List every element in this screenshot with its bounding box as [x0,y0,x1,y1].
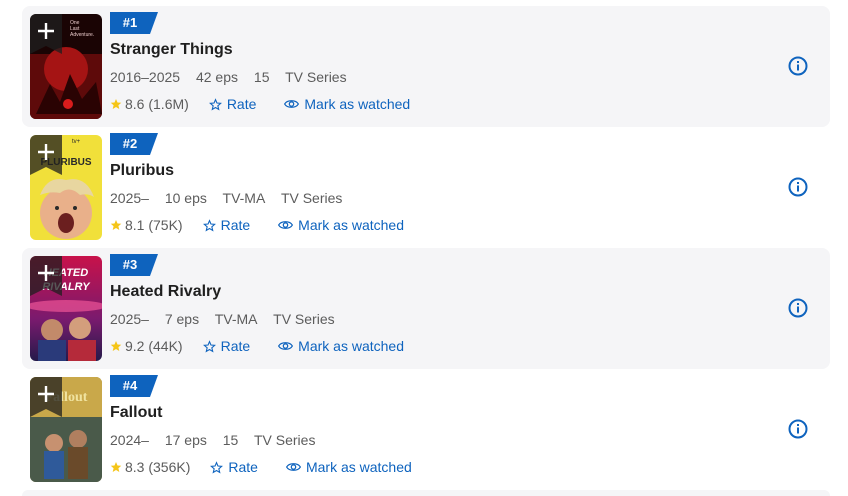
add-to-watchlist-button[interactable] [30,14,62,54]
metadata: 2025– 7 eps TV-MA TV Series [110,311,347,327]
poster-heated-rivalry[interactable]: HEATED RIVALRY [30,256,102,361]
rate-label: Rate [226,96,257,112]
years: 2025– [110,311,149,327]
mark-as-watched-button[interactable]: Mark as watched [278,217,404,233]
next-list-item [22,490,830,496]
title-link[interactable]: Heated Rivalry [110,283,221,301]
info-icon [788,298,808,318]
rank-badge: #2 [110,133,158,155]
poster-pluribus[interactable]: PLURIBUS tv+ [30,135,102,240]
title-type: TV Series [285,69,347,85]
star-outline-icon [202,218,216,232]
rating: 8.3 (356K) [110,459,190,475]
episodes: 10 eps [164,190,207,206]
rating: 8.6 (1.6M) [110,96,189,112]
list-item: HEATED RIVALRY #3 Heated Rivalry 2025– 7… [22,248,830,369]
rank-label: #1 [122,15,138,30]
rating: 9.2 (44K) [110,338,183,354]
actions: 9.2 (44K) Rate Mark as watched [110,337,432,355]
list-item: Fallout #4 Fallout 2024– 17 eps 15 TV Se… [22,369,830,490]
add-to-watchlist-button[interactable] [30,256,62,296]
rate-label: Rate [220,217,251,233]
rate-button[interactable]: Rate [210,459,258,475]
poster-fallout[interactable]: Fallout [30,377,102,482]
title-link[interactable]: Pluribus [110,162,174,180]
certificate: 15 [222,432,239,448]
years: 2024– [110,432,149,448]
info-button[interactable] [788,419,808,439]
svg-text:Adventure.: Adventure. [70,32,94,38]
star-outline-icon [208,97,222,111]
list-item: One Last Adventure. #1 Stranger Things 2… [22,6,830,127]
title-link[interactable]: Stranger Things [110,41,233,59]
star-outline-icon [202,339,216,353]
add-to-watchlist-button[interactable] [30,135,62,175]
metadata: 2025– 10 eps TV-MA TV Series [110,190,354,206]
vote-count: (75K) [148,217,183,233]
poster-brand: tv+ [72,139,81,145]
title-link[interactable]: Fallout [110,404,162,422]
rating-value: 8.3 [125,459,145,475]
mark-as-watched-button[interactable]: Mark as watched [285,459,412,475]
info-icon [788,177,808,197]
rank-label: #2 [122,136,138,151]
vote-count: (1.6M) [148,96,189,112]
info-button[interactable] [788,56,808,76]
episodes: 17 eps [164,432,207,448]
info-icon [788,419,808,439]
rate-label: Rate [220,338,251,354]
watch-label: Mark as watched [304,96,411,112]
info-button[interactable] [788,177,808,197]
rank-label: #3 [122,257,138,272]
rank-label: #4 [122,378,138,393]
star-outline-icon [210,460,224,474]
rate-button[interactable]: Rate [202,338,251,354]
eye-icon [285,463,301,471]
mark-as-watched-button[interactable]: Mark as watched [278,338,404,354]
info-button[interactable] [788,298,808,318]
title-type: TV Series [280,190,343,206]
actions: 8.6 (1.6M) Rate Mark as watched [110,95,438,113]
eye-icon [284,100,300,108]
vote-count: (44K) [148,338,183,354]
actions: 8.1 (75K) Rate Mark as watched [110,216,432,234]
watch-label: Mark as watched [298,338,404,354]
years: 2016–2025 [110,69,181,85]
rating-value: 8.1 [125,217,145,233]
eye-icon [278,221,294,229]
poster-stranger-things[interactable]: One Last Adventure. [30,14,102,119]
eye-icon [278,342,294,350]
rank-badge: #1 [110,12,158,34]
years: 2025– [110,190,149,206]
episodes: 42 eps [195,69,239,85]
star-icon [110,341,122,351]
rating: 8.1 (75K) [110,217,183,233]
star-icon [110,99,122,109]
rank-badge: #3 [110,254,158,276]
info-icon [788,56,808,76]
watch-label: Mark as watched [298,217,404,233]
certificate: TV-MA [214,311,258,327]
rate-label: Rate [228,459,258,475]
rate-button[interactable]: Rate [202,217,251,233]
rating-value: 8.6 [125,96,145,112]
mark-as-watched-button[interactable]: Mark as watched [284,96,410,112]
watch-label: Mark as watched [305,459,412,475]
episodes: 7 eps [164,311,200,327]
rating-value: 9.2 [125,338,145,354]
star-icon [110,462,122,472]
vote-count: (356K) [148,459,191,475]
title-type: TV Series [253,432,316,448]
star-icon [110,220,122,230]
certificate: 15 [253,69,270,85]
list-item: PLURIBUS tv+ #2 Pluribus 2025– 10 eps TV… [22,127,830,248]
rate-button[interactable]: Rate [208,96,257,112]
metadata: 2024– 17 eps 15 TV Series [110,432,327,448]
add-to-watchlist-button[interactable] [30,377,62,417]
title-type: TV Series [273,311,335,327]
actions: 8.3 (356K) Rate Mark as watched [110,458,440,476]
certificate: TV-MA [222,190,266,206]
metadata: 2016–2025 42 eps 15 TV Series [110,69,359,85]
rank-badge: #4 [110,375,158,397]
